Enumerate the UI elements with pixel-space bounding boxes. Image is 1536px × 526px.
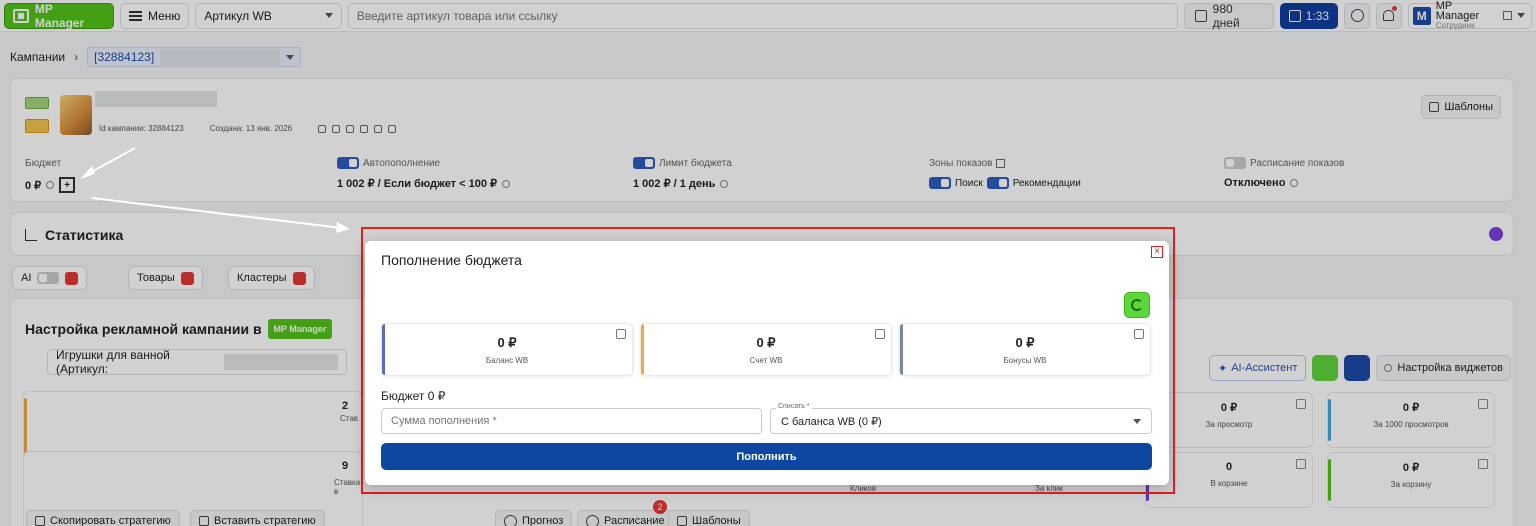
account-tile: 0 ₽ Счет WB: [640, 323, 892, 376]
close-icon[interactable]: ×: [1151, 246, 1163, 258]
modal-refresh-button[interactable]: [1124, 292, 1150, 318]
copy-icon[interactable]: [1134, 329, 1144, 339]
source-select[interactable]: С баланса WB (0 ₽): [770, 408, 1152, 434]
source-value: С баланса WB (0 ₽): [781, 415, 882, 428]
account-label: Счет WB: [749, 356, 783, 365]
account-value: 0 ₽: [756, 335, 776, 350]
source-label: Списать *: [776, 403, 812, 410]
refresh-icon: [1131, 299, 1143, 311]
balance-tile: 0 ₽ Баланс WB: [381, 323, 633, 376]
balance-value: 0 ₽: [497, 335, 517, 350]
balance-label: Баланс WB: [485, 356, 529, 365]
topup-submit-button[interactable]: Пополнить: [381, 443, 1152, 470]
modal-title: Пополнение бюджета: [381, 252, 522, 268]
amount-input[interactable]: [381, 408, 762, 434]
bonus-tile: 0 ₽ Бонусы WB: [899, 323, 1151, 376]
bonus-label: Бонусы WB: [1003, 356, 1047, 365]
copy-icon[interactable]: [875, 329, 885, 339]
bonus-value: 0 ₽: [1015, 335, 1035, 350]
copy-icon[interactable]: [616, 329, 626, 339]
chevron-down-icon: [1133, 418, 1141, 424]
modal-budget-text: Бюджет 0 ₽: [381, 389, 446, 403]
budget-topup-modal: Пополнение бюджета × 0 ₽ Баланс WB 0 ₽ С…: [365, 241, 1169, 485]
